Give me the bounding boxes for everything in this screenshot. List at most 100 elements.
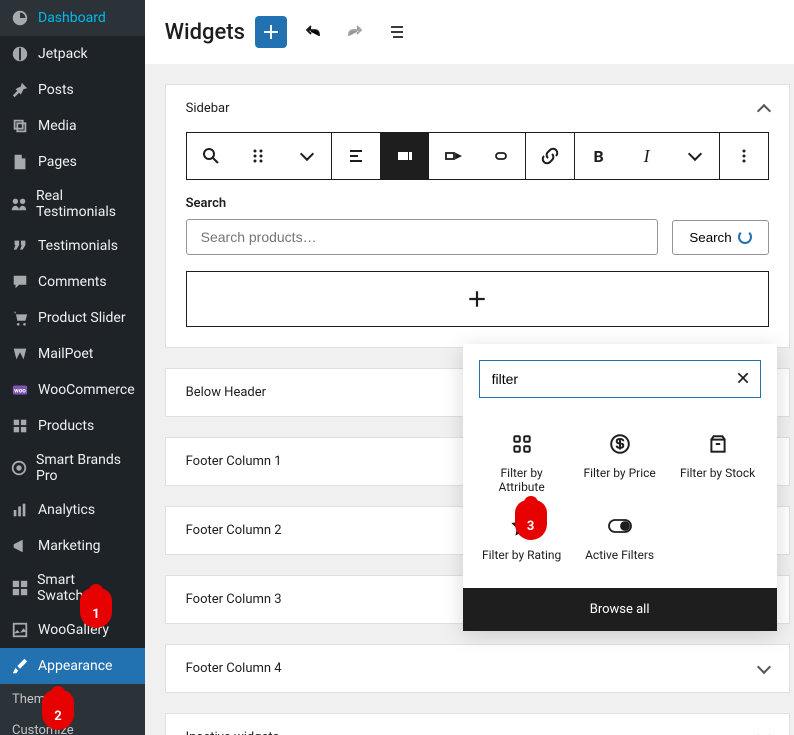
sidebar-item-mailpoet[interactable]: MailPoet bbox=[0, 336, 145, 372]
sidebar-item-label: Pages bbox=[38, 154, 77, 170]
megaphone-icon bbox=[10, 536, 30, 556]
sidebar-item-pages[interactable]: Pages bbox=[0, 144, 145, 180]
spinner-icon bbox=[738, 230, 752, 244]
toolbar-drag-handle[interactable] bbox=[235, 133, 283, 179]
chevron-down-icon bbox=[757, 659, 771, 673]
panel-title: Footer Column 2 bbox=[186, 523, 282, 538]
sidebar-item-smart-swatches[interactable]: Smart Swatches bbox=[0, 564, 145, 612]
testimonials-icon bbox=[10, 194, 28, 214]
sidebar-item-dashboard[interactable]: Dashboard bbox=[0, 0, 145, 36]
sidebar-item-posts[interactable]: Posts bbox=[0, 72, 145, 108]
brush-icon bbox=[10, 656, 30, 676]
widget-areas-content: Sidebar bbox=[145, 64, 794, 735]
block-label: Active Filters bbox=[585, 548, 654, 562]
toolbar-layout-button-active[interactable] bbox=[381, 133, 429, 179]
cart-icon bbox=[10, 308, 30, 328]
block-active-filters[interactable]: Active Filters bbox=[571, 504, 669, 572]
widget-area-inactive: Inactive widgets bbox=[165, 713, 790, 735]
add-block-button[interactable] bbox=[255, 16, 287, 48]
sidebar-item-smart-brands[interactable]: Smart Brands Pro bbox=[0, 444, 145, 492]
panel-title: Inactive widgets bbox=[186, 730, 280, 735]
block-toolbar: B I bbox=[186, 132, 769, 180]
box-icon bbox=[707, 432, 729, 456]
clear-search-button[interactable]: ✕ bbox=[736, 369, 751, 390]
toolbar-move-chevron[interactable] bbox=[283, 133, 331, 179]
swatches-icon bbox=[10, 578, 29, 598]
media-icon bbox=[10, 116, 30, 136]
sidebar-item-label: Media bbox=[38, 118, 77, 134]
sidebar-item-marketing[interactable]: Marketing bbox=[0, 528, 145, 564]
block-filter-by-price[interactable]: Filter by Price bbox=[571, 422, 669, 504]
woocommerce-icon: woo bbox=[10, 380, 30, 400]
toolbar-layout-button-2[interactable] bbox=[429, 133, 477, 179]
search-button-label: Search bbox=[689, 230, 731, 245]
sidebar-item-jetpack[interactable]: Jetpack bbox=[0, 36, 145, 72]
sidebar-item-appearance[interactable]: Appearance bbox=[0, 648, 145, 684]
list-view-button[interactable] bbox=[381, 16, 413, 48]
sidebar-item-label: Jetpack bbox=[38, 46, 88, 62]
page-icon bbox=[10, 152, 30, 172]
panel-header[interactable]: Footer Column 4 bbox=[166, 645, 789, 692]
block-label: Filter by Price bbox=[583, 466, 655, 480]
sidebar-item-real-testimonials[interactable]: Real Testimonials bbox=[0, 180, 145, 228]
panel-header[interactable]: Sidebar bbox=[166, 85, 789, 132]
toolbar-more-formatting[interactable] bbox=[671, 133, 719, 179]
chevron-up-icon bbox=[757, 103, 771, 117]
callout-marker-1: 1 bbox=[80, 588, 112, 628]
block-label: Filter by Stock bbox=[680, 466, 755, 480]
search-products-input[interactable] bbox=[186, 219, 659, 255]
sidebar-item-label: Testimonials bbox=[38, 238, 118, 254]
browse-all-button[interactable]: Browse all bbox=[463, 588, 777, 631]
analytics-icon bbox=[10, 500, 30, 520]
widget-area-footer-4: Footer Column 4 bbox=[165, 644, 790, 693]
jetpack-icon bbox=[10, 44, 30, 64]
sidebar-item-product-slider[interactable]: Product Slider bbox=[0, 300, 145, 336]
block-filter-by-stock[interactable]: Filter by Stock bbox=[669, 422, 767, 504]
panel-title: Below Header bbox=[186, 385, 266, 400]
toolbar-options-button[interactable] bbox=[720, 133, 768, 179]
toolbar-italic-button[interactable]: I bbox=[623, 133, 671, 179]
sidebar-item-label: Posts bbox=[38, 82, 74, 98]
block-filter-by-attribute[interactable]: Filter by Attribute bbox=[473, 422, 571, 504]
admin-sidebar: Dashboard Jetpack Posts Media Pages Real… bbox=[0, 0, 145, 735]
sidebar-item-label: Dashboard bbox=[38, 10, 106, 26]
sidebar-item-products[interactable]: Products bbox=[0, 408, 145, 444]
brands-icon bbox=[10, 458, 28, 478]
dollar-icon bbox=[609, 432, 631, 456]
appender-add-block[interactable] bbox=[186, 271, 769, 327]
sidebar-item-woocommerce[interactable]: wooWooCommerce bbox=[0, 372, 145, 408]
sidebar-item-label: Appearance bbox=[38, 658, 112, 674]
toolbar-layout-button-3[interactable] bbox=[477, 133, 525, 179]
editor-topbar: Widgets bbox=[145, 0, 794, 64]
search-submit-button[interactable]: Search bbox=[672, 220, 768, 255]
undo-button[interactable] bbox=[297, 16, 329, 48]
quote-icon bbox=[10, 236, 30, 256]
panel-title: Footer Column 3 bbox=[186, 592, 282, 607]
products-icon bbox=[10, 416, 30, 436]
sidebar-item-label: Real Testimonials bbox=[36, 188, 135, 220]
redo-button[interactable] bbox=[339, 16, 371, 48]
panel-title: Sidebar bbox=[186, 101, 230, 116]
inserter-search-input[interactable] bbox=[479, 360, 761, 398]
toolbar-link-button[interactable] bbox=[526, 133, 574, 179]
sidebar-item-label: Comments bbox=[38, 274, 107, 290]
page-title: Widgets bbox=[165, 20, 245, 45]
sidebar-item-label: Products bbox=[38, 418, 94, 434]
block-label: Filter by Rating bbox=[482, 548, 561, 562]
toolbar-align-button[interactable] bbox=[332, 133, 380, 179]
sidebar-item-label: MailPoet bbox=[38, 346, 93, 362]
sidebar-item-media[interactable]: Media bbox=[0, 108, 145, 144]
toolbar-bold-button[interactable]: B bbox=[575, 133, 623, 179]
toolbar-search-type-icon[interactable] bbox=[187, 133, 235, 179]
sidebar-item-testimonials[interactable]: Testimonials bbox=[0, 228, 145, 264]
dashboard-icon bbox=[10, 8, 30, 28]
pin-icon bbox=[10, 80, 30, 100]
sidebar-item-label: Marketing bbox=[38, 538, 101, 554]
sidebar-item-comments[interactable]: Comments bbox=[0, 264, 145, 300]
main-content: Widgets Sidebar bbox=[145, 0, 794, 735]
panel-header[interactable]: Inactive widgets bbox=[166, 714, 789, 735]
sidebar-item-label: Analytics bbox=[38, 502, 95, 518]
callout-marker-3: 3 bbox=[515, 500, 547, 540]
sidebar-item-analytics[interactable]: Analytics bbox=[0, 492, 145, 528]
sidebar-item-woogallery[interactable]: WooGallery bbox=[0, 612, 145, 648]
